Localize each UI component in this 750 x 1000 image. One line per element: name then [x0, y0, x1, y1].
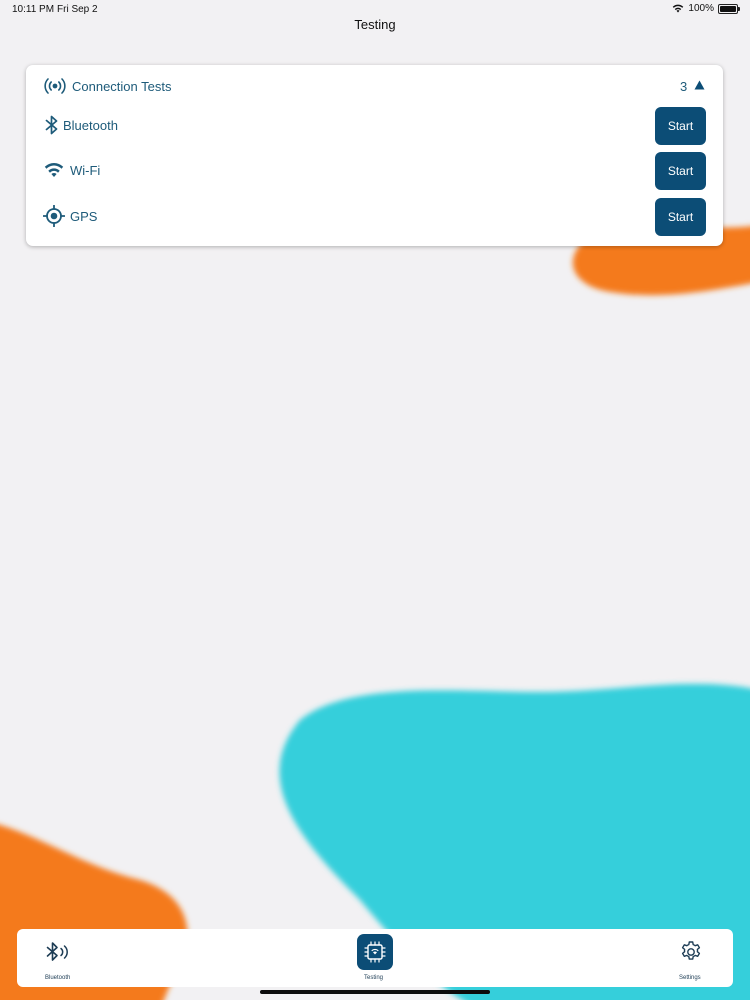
test-row-wifi: Wi-Fi Start — [26, 149, 723, 193]
tab-label-bluetooth: Bluetooth — [45, 975, 71, 981]
card-header[interactable]: Connection Tests 3 — [26, 65, 723, 107]
tab-settings[interactable]: Settings — [671, 929, 721, 987]
bluetooth-signal-icon — [46, 942, 68, 961]
tab-label-testing: Testing — [364, 975, 384, 981]
page-title: Testing — [354, 17, 396, 32]
connection-tests-card: Connection Tests 3 Bluetooth Start Wi-Fi… — [26, 65, 723, 246]
test-label-wifi: Wi-Fi — [70, 163, 101, 178]
card-title: Connection Tests — [72, 79, 172, 94]
wifi-status-icon — [673, 4, 684, 13]
status-date: Fri Sep 2 — [57, 4, 98, 15]
start-gps-test-button[interactable]: Start — [655, 198, 706, 236]
battery-icon — [718, 3, 740, 14]
tab-bar: Bluetooth Testing Settings — [17, 929, 733, 987]
bluetooth-icon — [45, 115, 58, 135]
gear-icon — [681, 941, 701, 960]
test-label-gps: GPS — [70, 209, 98, 224]
test-row-bluetooth: Bluetooth Start — [26, 104, 723, 148]
chip-icon — [364, 941, 386, 963]
test-count: 3 — [680, 79, 688, 94]
wifi-icon — [44, 162, 64, 177]
tab-label-settings: Settings — [679, 975, 701, 981]
battery-percent: 100% — [688, 3, 714, 14]
test-row-gps: GPS Start — [26, 195, 723, 239]
gps-target-icon — [43, 205, 65, 227]
broadcast-icon — [44, 78, 66, 94]
test-label-bluetooth: Bluetooth — [63, 118, 118, 133]
tab-bluetooth[interactable]: Bluetooth — [35, 929, 85, 987]
start-bluetooth-test-button[interactable]: Start — [655, 107, 706, 145]
status-right: 100% — [672, 3, 740, 14]
status-time: 10:11 PM — [12, 4, 55, 15]
start-wifi-test-button[interactable]: Start — [655, 152, 706, 190]
home-indicator — [260, 990, 490, 994]
chevron-up-icon[interactable] — [694, 80, 705, 90]
tab-testing[interactable]: Testing — [347, 929, 403, 987]
